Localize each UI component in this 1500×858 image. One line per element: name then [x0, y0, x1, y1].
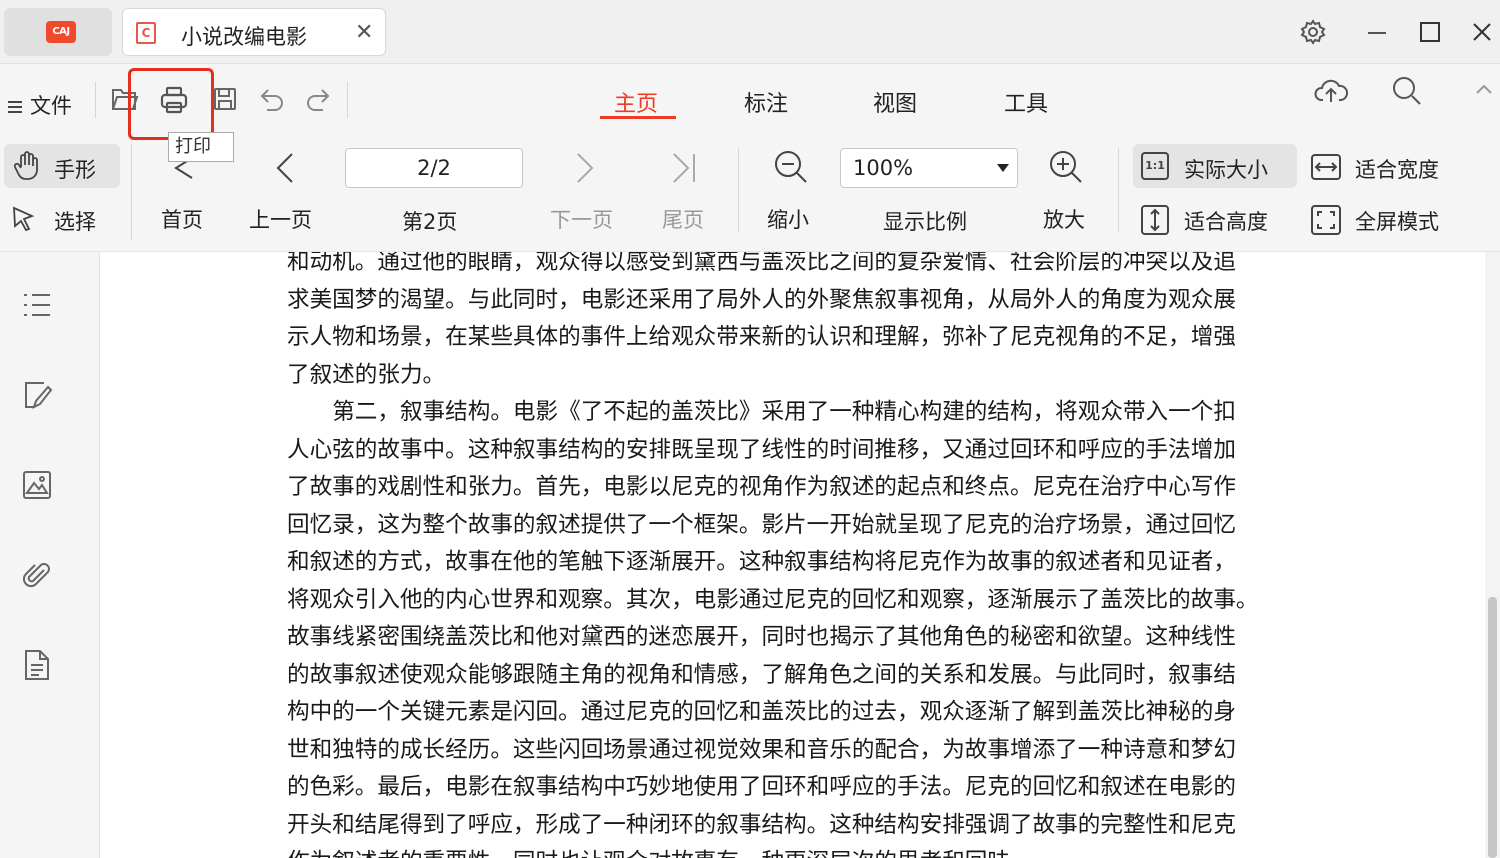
attachment-icon[interactable] — [20, 558, 54, 592]
actual-size-label: 实际大小 — [1184, 158, 1268, 182]
image-icon[interactable] — [20, 468, 54, 502]
outline-icon[interactable] — [20, 288, 54, 322]
menu-icon — [8, 98, 22, 116]
print-tooltip: 打印 — [168, 132, 234, 162]
text-line: 和叙述的方式，故事在他的笔触下逐渐展开。这种叙事结构将尼克作为故事的叙述者和见证… — [287, 549, 1236, 575]
tab-home[interactable]: 主页 — [614, 86, 658, 118]
divider — [1118, 148, 1119, 232]
chevron-down-icon — [997, 164, 1009, 172]
settings-icon[interactable] — [1295, 14, 1331, 50]
fit-height-icon[interactable] — [1139, 204, 1171, 240]
minimize-icon[interactable] — [1359, 14, 1395, 50]
left-sidebar — [0, 252, 100, 858]
last-page-icon[interactable] — [668, 150, 700, 190]
text-line: 将观众引入他的内心世界和观察。其次，电影通过尼克的回忆和观察，逐渐展示了盖茨比的… — [287, 586, 1259, 613]
text-line: 开头和结尾得到了呼应，形成了一种闭环的叙事结构。这种结构安排强调了故事的完整性和… — [287, 811, 1236, 838]
last-page-label[interactable]: 尾页 — [662, 204, 704, 234]
document-tab-title: 小说改编电影 — [181, 25, 307, 49]
app-logo: CAJ — [46, 21, 76, 43]
print-highlight-box — [128, 68, 214, 140]
text-line: 和动机。通过他的眼睛，观众得以感受到黛西与盖茨比之间的复杂爱情、社会阶层的冲突以… — [287, 252, 1236, 275]
zoom-in-icon[interactable] — [1047, 148, 1085, 190]
document-icon[interactable] — [20, 648, 54, 682]
page-number-input[interactable]: 2/2 — [345, 148, 523, 188]
actual-size-icon: 1:1 — [1141, 152, 1169, 180]
tab-annotate[interactable]: 标注 — [744, 86, 788, 118]
divider — [738, 148, 739, 232]
fullscreen-icon[interactable] — [1310, 204, 1342, 240]
zoom-ratio-label: 显示比例 — [883, 210, 967, 234]
text-line: 了叙述的张力。 — [287, 361, 446, 388]
active-tab-indicator — [600, 116, 676, 119]
fit-width-icon[interactable] — [1310, 152, 1342, 186]
first-page-label[interactable]: 首页 — [161, 204, 203, 234]
next-page-label[interactable]: 下一页 — [550, 204, 613, 234]
text-line: 了故事的戏剧性和张力。首先，电影以尼克的视角作为叙述的起点和终点。尼克在治疗中心… — [287, 474, 1236, 500]
text-line: 作为叙述者的重要性。同时也让观众对故事有一种更深层次的思考和回味。 — [287, 844, 1345, 858]
close-icon[interactable] — [1464, 14, 1500, 50]
maximize-icon[interactable] — [1412, 14, 1448, 50]
divider — [131, 144, 132, 240]
tab-view[interactable]: 视图 — [873, 86, 917, 118]
document-text: 和动机。通过他的眼睛，观众得以感受到黛西与盖茨比之间的复杂爱情、社会阶层的冲突以… — [287, 252, 1345, 858]
text-line: 的色彩。最后，电影在叙事结构中巧妙地使用了回环和呼应的手法。尼克的回忆和叙述在电… — [287, 774, 1236, 800]
zoom-out-icon[interactable] — [772, 148, 810, 190]
select-cursor-icon[interactable] — [10, 204, 40, 238]
tab-tools[interactable]: 工具 — [1004, 86, 1048, 118]
file-menu[interactable]: 文件 — [8, 90, 72, 120]
fit-height-label[interactable]: 适合高度 — [1184, 206, 1268, 236]
text-line: 世和独特的成长经历。这些闪回场景通过视觉效果和音乐的配合，为故事增添了一种诗意和… — [287, 736, 1236, 763]
text-line: 示人物和场景，在某些具体的事件上给观众带来新的认识和理解，弥补了尼克视角的不足，… — [287, 324, 1236, 350]
annotation-icon[interactable] — [20, 378, 54, 412]
text-line: 求美国梦的渴望。与此同时，电影还采用了局外人的外聚焦叙事视角，从局外人的角度为观… — [287, 286, 1236, 313]
ribbon-toolbar: 文件 主页 标注 视图 工具 手形 选择 首页 上一页 2/2 第2页 下一页 … — [0, 64, 1500, 252]
divider — [95, 82, 96, 118]
next-page-icon[interactable] — [570, 150, 600, 190]
text-line: 第二，叙事结构。电影《了不起的盖茨比》采用了一种精心构建的结构，将观众带入一个扣 — [332, 399, 1236, 425]
scrollbar-thumb[interactable] — [1488, 597, 1497, 858]
document-viewer[interactable]: 和动机。通过他的眼睛，观众得以感受到黛西与盖茨比之间的复杂爱情、社会阶层的冲突以… — [101, 252, 1485, 858]
collapse-ribbon-icon[interactable] — [1474, 82, 1494, 102]
current-page-label: 第2页 — [402, 210, 458, 234]
redo-icon[interactable] — [301, 81, 337, 117]
text-line: 故事线紧密围绕盖茨比和他对黛西的迷恋展开，同时也揭示了其他角色的秘密和欲望。这种… — [287, 624, 1236, 650]
text-line: 构中的一个关键元素是闪回。通过尼克的回忆和盖茨比的过去，观众逐渐了解到盖茨比神秘… — [287, 699, 1236, 725]
zoom-in-label[interactable]: 放大 — [1043, 204, 1085, 234]
close-tab-icon[interactable]: ✕ — [355, 20, 373, 45]
text-line: 回忆录，这为整个故事的叙述提供了一个框架。影片一开始就呈现了尼克的治疗场景，通过… — [287, 511, 1236, 538]
previous-page-icon[interactable] — [270, 150, 300, 190]
title-bar: CAJ C 小说改编电影 ✕ — [0, 0, 1500, 64]
zoom-select[interactable]: 100% — [840, 148, 1018, 188]
text-line: 人心弦的故事中。这种叙事结构的安排既呈现了线性的时间推移，又通过回环和呼应的手法… — [287, 436, 1236, 463]
undo-icon[interactable] — [253, 81, 289, 117]
caj-file-icon: C — [136, 22, 156, 44]
hand-icon — [12, 150, 42, 186]
zoom-out-label[interactable]: 缩小 — [767, 204, 809, 234]
cloud-upload-icon[interactable] — [1313, 76, 1349, 110]
previous-page-label[interactable]: 上一页 — [249, 204, 312, 234]
home-tab[interactable]: CAJ — [4, 8, 112, 56]
document-tab[interactable]: C 小说改编电影 ✕ — [122, 8, 386, 56]
fullscreen-label[interactable]: 全屏模式 — [1355, 206, 1439, 236]
text-line: 的故事叙述使观众能够跟随主角的视角和情感，了解角色之间的关系和发展。与此同时，叙… — [287, 661, 1236, 688]
fit-width-label[interactable]: 适合宽度 — [1355, 154, 1439, 184]
zoom-value: 100% — [853, 156, 914, 180]
divider — [347, 82, 348, 118]
select-tool-label[interactable]: 选择 — [54, 206, 96, 236]
hand-tool-label: 手形 — [54, 158, 96, 182]
vertical-scrollbar[interactable] — [1485, 252, 1500, 858]
file-menu-label: 文件 — [30, 94, 72, 118]
search-icon[interactable] — [1390, 74, 1424, 112]
